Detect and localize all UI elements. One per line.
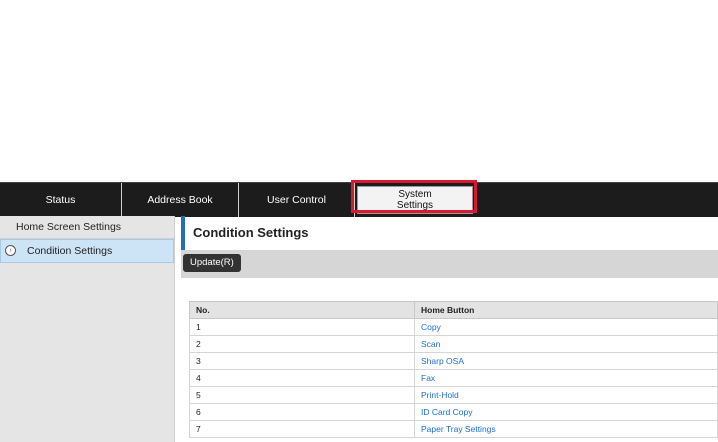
table-row: 1 Copy (189, 318, 718, 336)
table-row: 7 Paper Tray Settings (189, 420, 718, 438)
home-button-link[interactable]: Sharp OSA (421, 356, 464, 366)
tab-user-control[interactable]: User Control (239, 183, 355, 217)
row-button-cell: Sharp OSA (414, 352, 718, 370)
page-title: Condition Settings (193, 225, 309, 240)
home-button-link[interactable]: Print-Hold (421, 390, 459, 400)
table-row: 4 Fax (189, 369, 718, 387)
sidebar-item-label: Condition Settings (27, 245, 113, 257)
sidebar-item-condition-settings[interactable]: › Condition Settings (0, 239, 174, 263)
row-number: 6 (189, 403, 415, 421)
title-bar: Condition Settings (181, 216, 718, 250)
home-button-link[interactable]: Scan (421, 339, 440, 349)
main-content: Condition Settings Update(R) No. Home Bu… (181, 216, 718, 442)
row-button-cell: Fax (414, 369, 718, 387)
column-header-no: No. (189, 301, 415, 319)
chevron-circle-icon: › (5, 245, 16, 256)
row-button-cell: Copy (414, 318, 718, 336)
sidebar-item-label: Home Screen Settings (16, 221, 122, 233)
tab-system-settings[interactable]: System Settings (357, 186, 473, 214)
tab-address-book[interactable]: Address Book (122, 183, 239, 217)
sidebar-item-home-screen-settings[interactable]: Home Screen Settings (0, 216, 174, 239)
column-header-home-button: Home Button (414, 301, 718, 319)
table-row: 3 Sharp OSA (189, 352, 718, 370)
top-tab-bar: Status Address Book User Control System … (0, 182, 718, 217)
sidebar: Home Screen Settings › Condition Setting… (0, 216, 175, 442)
table-row: 2 Scan (189, 335, 718, 353)
home-button-table: No. Home Button 1 Copy 2 Scan 3 Sharp OS… (189, 301, 718, 438)
row-number: 3 (189, 352, 415, 370)
row-button-cell: Paper Tray Settings (414, 420, 718, 438)
home-button-link[interactable]: Fax (421, 373, 435, 383)
row-number: 2 (189, 335, 415, 353)
home-button-link[interactable]: Copy (421, 322, 441, 332)
home-button-link[interactable]: ID Card Copy (421, 407, 473, 417)
table-row: 6 ID Card Copy (189, 403, 718, 421)
toolbar: Update(R) (181, 250, 718, 278)
row-number: 1 (189, 318, 415, 336)
row-button-cell: Scan (414, 335, 718, 353)
row-number: 4 (189, 369, 415, 387)
row-number: 5 (189, 386, 415, 404)
update-button[interactable]: Update(R) (183, 254, 241, 272)
table-header-row: No. Home Button (189, 301, 718, 319)
row-button-cell: ID Card Copy (414, 403, 718, 421)
tab-status[interactable]: Status (0, 183, 122, 217)
row-button-cell: Print-Hold (414, 386, 718, 404)
table-row: 5 Print-Hold (189, 386, 718, 404)
home-button-link[interactable]: Paper Tray Settings (421, 424, 496, 434)
row-number: 7 (189, 420, 415, 438)
